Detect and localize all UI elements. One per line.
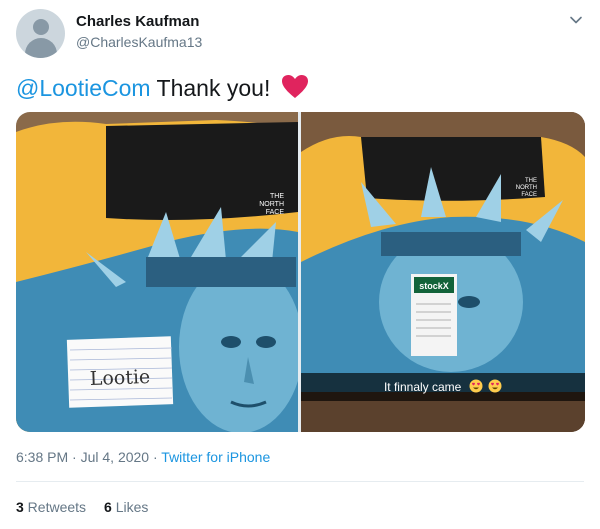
svg-text:NORTH: NORTH [516,185,537,191]
avatar-head-shape [33,19,49,35]
likes-stat[interactable]: 6 Likes [104,499,148,515]
tweet-stats: 3 Retweets 6 Likes [16,499,166,515]
svg-text:NORTH: NORTH [259,201,284,208]
tweet-text: @LootieCom Thank you! [16,73,309,103]
user-handle[interactable]: @CharlesKaufma13 [76,34,202,50]
red-heart-icon [281,75,308,98]
svg-text:FACE: FACE [266,209,285,216]
tweet-meta: 6:38 PM · Jul 4, 2020 · Twitter for iPho… [16,449,270,465]
tweet-date[interactable]: Jul 4, 2020 [81,449,150,465]
svg-text:THE: THE [270,193,284,200]
divider [16,481,584,482]
jacket-photo-right[interactable]: THE NORTH FACE stockX It finnaly came [301,112,585,432]
lootie-note-text: Lootie [89,366,150,390]
media-grid[interactable]: THE NORTH FACE Lootie THE NORTH FACE sto… [16,112,585,432]
retweets-label: Retweets [23,499,87,515]
jacket-photo-left-image: THE NORTH FACE Lootie [16,112,298,432]
tweet-body: Thank you! [150,75,271,101]
tweet: Charles Kaufman @CharlesKaufma13 @Lootie… [0,0,600,529]
heart-eyes-emoji-icon [469,379,483,393]
avatar-body-shape [25,38,57,58]
jacket-photo-left[interactable]: THE NORTH FACE Lootie [16,112,298,432]
meta-separator: · [68,449,81,465]
retweets-stat[interactable]: 3 Retweets [16,499,86,515]
retweets-count: 3 [16,499,24,515]
likes-label: Likes [111,499,149,515]
chevron-down-icon[interactable] [568,12,584,28]
svg-text:FACE: FACE [521,192,537,198]
user-name[interactable]: Charles Kaufman [76,13,199,30]
avatar[interactable] [16,9,65,58]
stockx-tag-text: stockX [419,281,449,291]
tweet-time[interactable]: 6:38 PM [16,449,68,465]
photo-caption-bar: It finnaly came [301,373,585,401]
photo-caption-text: It finnaly came [383,380,462,394]
svg-text:THE: THE [525,178,537,184]
heart-eyes-emoji-icon [488,379,502,393]
meta-separator: · [149,449,162,465]
tweet-source-link[interactable]: Twitter for iPhone [161,449,270,465]
mention-link[interactable]: @LootieCom [16,75,151,101]
likes-count: 6 [104,499,112,515]
